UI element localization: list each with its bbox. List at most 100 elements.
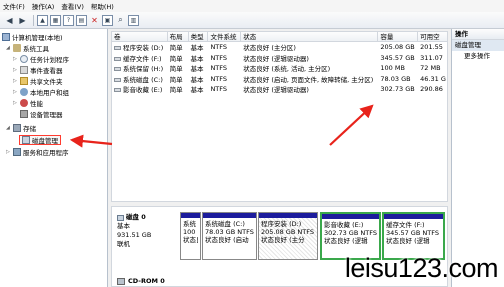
tree-device-manager[interactable]: 设备管理器: [20, 109, 63, 119]
partition-size: 100 MB: [183, 228, 198, 236]
status-cell: 状态良好 (逻辑驱动器): [243, 54, 309, 63]
volume-list: 程序安装 (D:) 简单 基本 NTFS 状态良好 (主分区) 205.08 G…: [111, 42, 448, 202]
collapse-arrow-icon[interactable]: ◢: [6, 45, 13, 51]
actions-section[interactable]: 磁盘管理: [452, 40, 504, 51]
actions-title: 操作: [452, 29, 504, 40]
fs-cell: NTFS: [210, 74, 228, 83]
up-folder-icon[interactable]: ▲: [37, 14, 48, 26]
collapse-arrow-icon[interactable]: ◢: [6, 125, 13, 131]
drive-icon: [114, 67, 121, 72]
cdrom-icon: [117, 277, 125, 285]
menu-help[interactable]: 帮助(H): [91, 1, 114, 11]
tree-storage[interactable]: ◢ 存储: [6, 123, 36, 133]
volume-row[interactable]: 系统磁盘 (C:) 简单 基本 NTFS 状态良好 (启动, 页面文件, 故障转…: [112, 74, 447, 85]
capacity-cell: 78.03 GB: [380, 74, 411, 83]
cdrom-label[interactable]: CD-ROM 0: [117, 277, 165, 285]
doc-icon[interactable]: ▥: [128, 14, 139, 26]
partition-c[interactable]: 系统磁盘 (C:) 78.03 GB NTFS 状态良好 (启动: [202, 212, 257, 260]
help-icon[interactable]: ?: [63, 14, 74, 26]
free-cell: 72 MB: [420, 64, 441, 73]
properties-icon[interactable]: ▦: [50, 14, 61, 26]
disk0-size: 931.51 GB: [117, 231, 152, 239]
drive-icon: [114, 56, 121, 61]
column-free[interactable]: 可用空: [418, 32, 447, 41]
layout-cell: 简单: [169, 44, 183, 53]
menu-file[interactable]: 文件(F): [3, 1, 25, 11]
partition-system-reserved[interactable]: 系统 100 MB 状态良: [180, 212, 201, 260]
menu-action[interactable]: 操作(A): [32, 1, 55, 11]
column-capacity[interactable]: 容量: [378, 32, 419, 41]
free-cell: 290.86: [420, 85, 443, 94]
column-type[interactable]: 类型: [189, 32, 209, 41]
partition-size: 345.57 GB NTFS: [386, 229, 439, 237]
partition-status: 状态良: [183, 236, 198, 244]
back-arrow-icon[interactable]: ◀: [4, 15, 15, 26]
disk0-label[interactable]: 磁盘 0 基本 931.51 GB 联机: [117, 213, 175, 249]
tree-root[interactable]: 计算机管理(本地): [2, 32, 63, 42]
toolbar: ◀ ▶ ▲ ▦ ? ▤ ✕ ▣ ⌕ ▥: [0, 12, 504, 29]
tree-disk-management[interactable]: 磁盘管理: [19, 135, 61, 145]
status-cell: 状态良好 (启动, 页面文件, 故障转储, 主分区): [243, 75, 374, 84]
expand-arrow-icon[interactable]: ▷: [13, 78, 20, 84]
column-volume[interactable]: 卷: [112, 32, 168, 41]
disk0-type: 基本: [117, 222, 130, 230]
drive-icon: [114, 46, 121, 51]
tree-services[interactable]: ▷ 服务和应用程序: [6, 147, 69, 157]
column-status[interactable]: 状态: [241, 32, 379, 41]
partition-size: 302.73 GB NTFS: [324, 229, 377, 237]
tree-task-scheduler[interactable]: ▷ 任务计划程序: [13, 54, 69, 64]
users-icon: [20, 88, 28, 96]
volume-list-header: 卷 布局 类型 文件系统 状态 容量 可用空: [111, 31, 448, 42]
partition-name: 系统: [183, 220, 196, 228]
navigation-tree: 计算机管理(本地) ◢ 系统工具 ▷ 任务计划程序 ▷ 事件查看器 ▷ 共享文件…: [0, 29, 108, 287]
layout-cell: 简单: [169, 75, 183, 84]
expand-arrow-icon[interactable]: ▷: [13, 89, 20, 95]
drive-icon: [114, 77, 121, 82]
capacity-cell: 100 MB: [380, 64, 405, 73]
menu-bar: 文件(F) 操作(A) 查看(V) 帮助(H): [0, 0, 504, 12]
tree-performance[interactable]: ▷ 性能: [13, 98, 43, 108]
drive-icon: [114, 88, 121, 93]
partition-name: 程序安装 (D:): [261, 220, 302, 228]
type-cell: 基本: [190, 44, 204, 53]
column-layout[interactable]: 布局: [168, 32, 189, 41]
actions-pane: 操作 磁盘管理 更多操作: [451, 29, 504, 287]
disk-icon: [117, 214, 124, 221]
search-icon[interactable]: ⌕: [115, 15, 126, 26]
tree-system-tools[interactable]: ◢ 系统工具: [6, 43, 49, 53]
volume-row[interactable]: 影音收藏 (E:) 简单 基本 NTFS 状态良好 (逻辑驱动器) 302.73…: [112, 84, 447, 95]
volume-name-cell: 程序安装 (D:): [112, 42, 168, 52]
partition-status: 状态良好 (主分: [261, 236, 305, 244]
disk-icon[interactable]: ▤: [76, 14, 87, 26]
tree-event-viewer[interactable]: ▷ 事件查看器: [13, 65, 63, 75]
expand-arrow-icon[interactable]: ▷: [13, 100, 20, 106]
capacity-cell: 205.08 GB: [380, 43, 415, 52]
device-manager-icon: [20, 110, 28, 118]
column-filesystem[interactable]: 文件系统: [208, 32, 242, 41]
type-cell: 基本: [190, 54, 204, 63]
expand-arrow-icon[interactable]: ▷: [13, 56, 20, 62]
free-cell: 46.31 G: [420, 74, 446, 83]
expand-arrow-icon[interactable]: ▷: [13, 67, 20, 73]
partition-d[interactable]: 程序安装 (D:) 205.08 GB NTFS 状态良好 (主分: [258, 212, 318, 260]
tree-shared-folders[interactable]: ▷ 共享文件夹: [13, 76, 63, 86]
services-icon: [13, 148, 21, 156]
status-cell: 状态良好 (逻辑驱动器): [243, 86, 309, 95]
menu-view[interactable]: 查看(V): [61, 1, 84, 11]
more-actions-link[interactable]: 更多操作: [452, 51, 504, 62]
expand-arrow-icon[interactable]: ▷: [6, 149, 13, 155]
free-cell: 201.55: [420, 43, 443, 52]
watermark: leisu123.com: [344, 253, 499, 283]
volume-row[interactable]: 程序安装 (D:) 简单 基本 NTFS 状态良好 (主分区) 205.08 G…: [112, 42, 447, 53]
partition-size: 78.03 GB NTFS: [205, 228, 254, 236]
volume-row[interactable]: 缓存文件 (F:) 简单 基本 NTFS 状态良好 (逻辑驱动器) 345.57…: [112, 53, 447, 64]
layout-cell: 简单: [169, 86, 183, 95]
volume-name-cell: 系统保留 (H:): [112, 63, 168, 73]
volume-name-cell: 系统磁盘 (C:): [112, 74, 168, 84]
volume-row[interactable]: 系统保留 (H:) 简单 基本 NTFS 状态良好 (系统, 活动, 主分区) …: [112, 63, 447, 74]
volume-name-cell: 影音收藏 (E:): [112, 84, 168, 94]
tree-local-users[interactable]: ▷ 本地用户和组: [13, 87, 69, 97]
properties2-icon[interactable]: ▣: [102, 14, 113, 26]
delete-icon[interactable]: ✕: [89, 15, 100, 26]
forward-arrow-icon[interactable]: ▶: [17, 15, 28, 26]
